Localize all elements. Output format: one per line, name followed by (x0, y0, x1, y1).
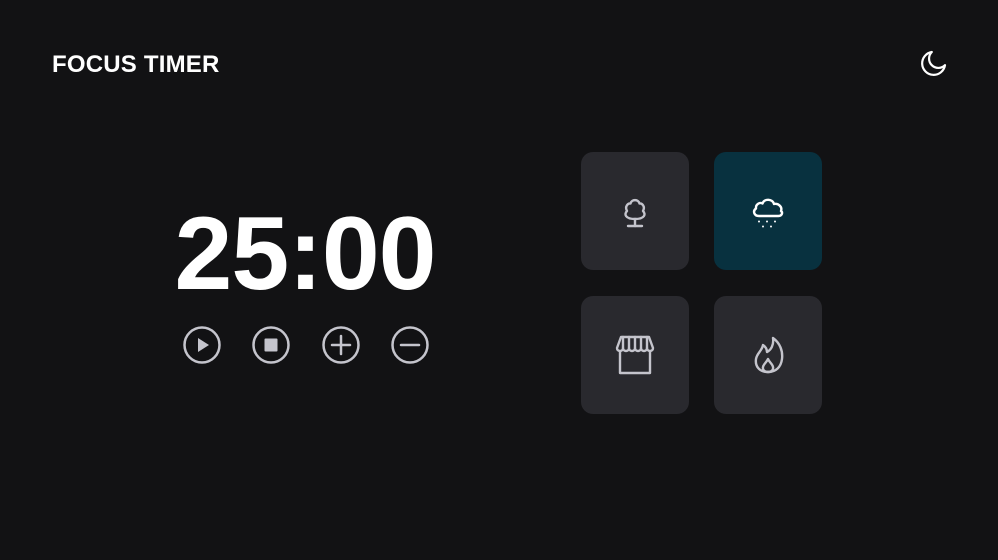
stop-button[interactable] (252, 326, 291, 364)
fire-icon (754, 336, 784, 374)
sound-cards-grid (581, 152, 822, 414)
minus-icon (391, 326, 429, 364)
cloud-rain-icon (752, 198, 784, 228)
stop-icon (252, 326, 291, 364)
play-icon (183, 326, 221, 364)
fireplace-sound-card[interactable] (714, 296, 822, 414)
rain-sound-card[interactable] (714, 152, 822, 270)
forest-sound-card[interactable] (581, 152, 689, 270)
cafe-sound-card[interactable] (581, 296, 689, 414)
moon-icon (921, 50, 947, 76)
app-title: FOCUS TIMER (52, 51, 220, 78)
theme-toggle-button[interactable] (916, 45, 952, 81)
storefront-icon (615, 335, 655, 375)
tree-icon (624, 198, 646, 228)
plus-icon (321, 326, 360, 364)
decrease-time-button[interactable] (391, 326, 429, 364)
increase-time-button[interactable] (321, 326, 360, 364)
focus-timer-app: FOCUS TIMER 25:00 (0, 0, 998, 560)
timer-controls (183, 326, 429, 364)
timer-display: 25:00 (174, 196, 437, 312)
play-button[interactable] (183, 326, 221, 364)
